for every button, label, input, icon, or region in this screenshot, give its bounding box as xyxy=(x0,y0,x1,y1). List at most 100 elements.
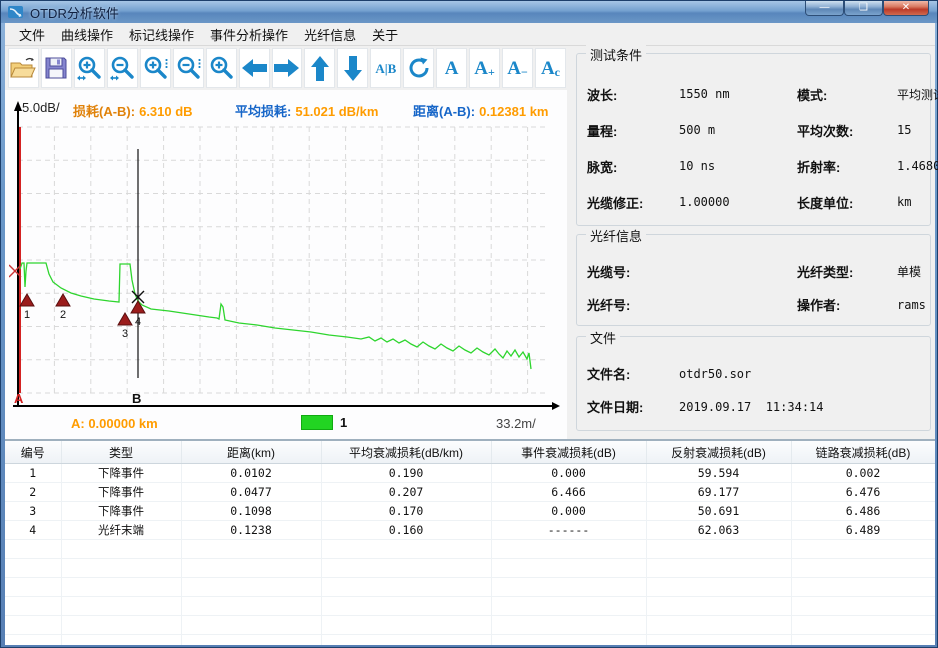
file-info-title: 文件 xyxy=(586,328,620,347)
fiber-info-title: 光纤信息 xyxy=(586,226,646,245)
folder-open-icon xyxy=(9,56,37,80)
zoom-out-vertical-button[interactable] xyxy=(173,48,204,88)
empty-cell xyxy=(321,616,491,635)
column-header: 编号 xyxy=(5,441,61,464)
zoom-out-horizontal-button[interactable] xyxy=(107,48,138,88)
stat-distance-ab-label: 距离(A-B): xyxy=(413,104,475,119)
event-marker-3[interactable] xyxy=(118,313,132,325)
pan-right-button[interactable] xyxy=(272,48,303,88)
open-file-button[interactable] xyxy=(8,48,39,88)
stat-avg-loss-label: 平均损耗: xyxy=(235,104,291,119)
empty-cell xyxy=(181,597,321,616)
zoom-in-h-icon xyxy=(76,55,103,82)
empty-cell xyxy=(646,635,791,646)
menu-about[interactable]: 关于 xyxy=(364,23,406,46)
empty-cell xyxy=(181,616,321,635)
empty-cell xyxy=(5,616,61,635)
refresh-icon xyxy=(406,55,432,81)
close-button[interactable]: ✕ xyxy=(883,1,929,16)
arrow-down-icon xyxy=(342,55,364,82)
empty-cell xyxy=(791,540,935,559)
empty-row xyxy=(5,635,935,646)
maximize-button[interactable]: ❑ xyxy=(844,1,883,16)
empty-cell xyxy=(646,597,791,616)
right-panel: 测试条件 波长:1550 nm模式:平均测试量程:500 m平均次数:15脉宽:… xyxy=(567,46,935,439)
menu-curve-ops[interactable]: 曲线操作 xyxy=(53,23,121,46)
field-label: 脉宽: xyxy=(587,157,679,176)
zoom-in-button[interactable] xyxy=(206,48,237,88)
empty-cell xyxy=(791,559,935,578)
event-cell: 下降事件 xyxy=(61,483,181,502)
chart-bottom-bar: A: 0.00000 km 1 33.2m/ xyxy=(5,411,567,439)
save-file-button[interactable] xyxy=(41,48,72,88)
event-cell: 59.594 xyxy=(646,464,791,483)
field-value: 1.00000 xyxy=(679,195,797,209)
column-header: 事件衰减损耗(dB) xyxy=(491,441,646,464)
event-cell: ------ xyxy=(491,521,646,540)
event-marker-1[interactable] xyxy=(20,294,34,306)
field-value: 1550 nm xyxy=(679,87,797,101)
column-header: 距离(km) xyxy=(181,441,321,464)
window-title: OTDR分析软件 xyxy=(30,3,119,22)
empty-cell xyxy=(61,578,181,597)
trace-legend-swatch xyxy=(301,415,333,430)
empty-cell xyxy=(321,635,491,646)
empty-cell xyxy=(321,597,491,616)
event-marker-label-1: 1 xyxy=(24,309,30,321)
refresh-button[interactable] xyxy=(403,48,434,88)
event-cell: 6.466 xyxy=(491,483,646,502)
zoom-in-a-button[interactable]: A+ xyxy=(469,48,500,88)
empty-cell xyxy=(61,597,181,616)
empty-cell xyxy=(181,559,321,578)
menu-marker-line-ops[interactable]: 标记线操作 xyxy=(121,23,202,46)
zoom-out-h-icon xyxy=(109,55,136,82)
zoom-out-a-button[interactable]: A− xyxy=(502,48,533,88)
empty-cell xyxy=(491,635,646,646)
event-row[interactable]: 3下降事件0.10980.1700.00050.6916.486 xyxy=(5,502,935,521)
field-label: 折射率: xyxy=(797,157,897,176)
field-label: 光缆修正: xyxy=(587,193,679,212)
event-cell: 1 xyxy=(5,464,61,483)
marker-ab-button[interactable]: A|B xyxy=(370,48,401,88)
test-conditions-group: 测试条件 波长:1550 nm模式:平均测试量程:500 m平均次数:15脉宽:… xyxy=(576,53,931,226)
empty-cell xyxy=(5,635,61,646)
field-value: 2019.09.17 11:34:14 xyxy=(679,400,930,414)
event-marker-2[interactable] xyxy=(56,294,70,306)
zoom-in-horizontal-button[interactable] xyxy=(74,48,105,88)
y-axis-arrow xyxy=(14,101,22,111)
empty-cell xyxy=(646,578,791,597)
field-value: 单模 xyxy=(897,263,930,280)
minimize-button[interactable]: — xyxy=(805,1,844,16)
marker-a-button[interactable]: A xyxy=(436,48,467,88)
menu-bar: 文件曲线操作标记线操作事件分析操作光纤信息关于 xyxy=(5,23,935,46)
empty-cell xyxy=(5,559,61,578)
menu-event-analysis-ops[interactable]: 事件分析操作 xyxy=(202,23,296,46)
trace-legend: 1 xyxy=(301,415,347,430)
pan-up-button[interactable] xyxy=(304,48,335,88)
empty-cell xyxy=(491,616,646,635)
otdr-trace-chart[interactable]: 1234AB 5.0dB/ 损耗(A-B):6.310 dB 平均损耗:51.0… xyxy=(9,97,561,411)
event-cell: 3 xyxy=(5,502,61,521)
stat-avg-loss: 平均损耗:51.021 dB/km xyxy=(235,101,378,120)
stat-loss-ab-value: 6.310 dB xyxy=(139,104,192,119)
x-scale-label: 33.2m/ xyxy=(496,416,536,431)
pan-left-button[interactable] xyxy=(239,48,270,88)
event-row[interactable]: 1下降事件0.01020.1900.00059.5940.002 xyxy=(5,464,935,483)
menu-fiber-info[interactable]: 光纤信息 xyxy=(296,23,364,46)
field-value: otdr50.sor xyxy=(679,367,930,381)
event-cell: 0.000 xyxy=(491,502,646,521)
center-a-button[interactable]: Ac xyxy=(535,48,566,88)
field-label: 光纤号: xyxy=(587,295,679,314)
field-value: km xyxy=(897,195,930,209)
stat-loss-ab: 损耗(A-B):6.310 dB xyxy=(73,101,193,120)
column-header: 平均衰减损耗(dB/km) xyxy=(321,441,491,464)
app-icon xyxy=(8,5,24,19)
zoom-in-vertical-button[interactable] xyxy=(140,48,171,88)
event-row[interactable]: 4光纤末端0.12380.160------62.0636.489 xyxy=(5,521,935,540)
field-value: 1.46800 xyxy=(897,159,938,173)
x-axis-arrow xyxy=(552,402,560,410)
event-row[interactable]: 2下降事件0.04770.2076.46669.1776.476 xyxy=(5,483,935,502)
event-marker-label-3: 3 xyxy=(122,328,128,340)
menu-file[interactable]: 文件 xyxy=(11,23,53,46)
pan-down-button[interactable] xyxy=(337,48,368,88)
